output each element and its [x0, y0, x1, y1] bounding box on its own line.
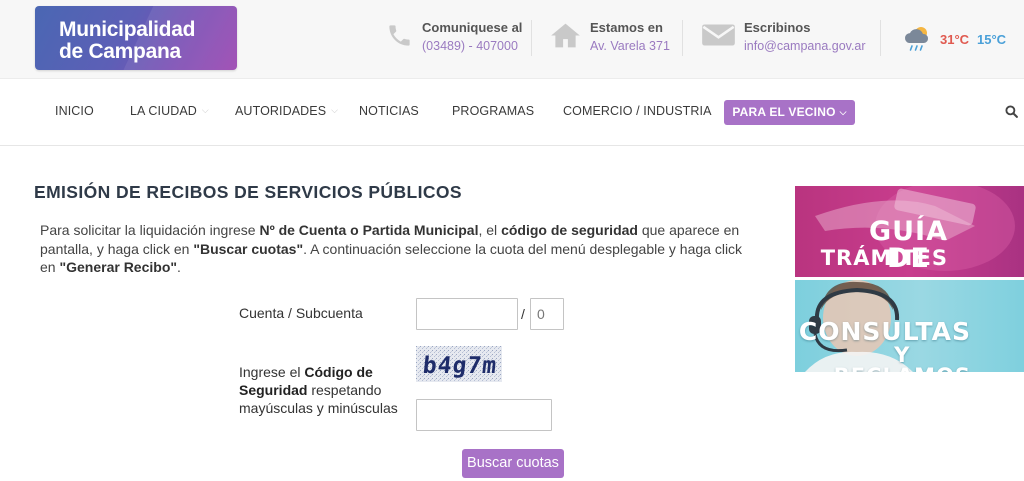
intro-text-part: . — [177, 259, 181, 275]
chevron-down-icon: ⌵ — [839, 107, 847, 117]
temperature-max: 31°C — [940, 32, 970, 47]
phone-icon — [386, 22, 413, 54]
intro-bold-part: código de seguridad — [501, 222, 638, 238]
contact-email: Escribinos info@campana.gov.ar — [701, 18, 879, 58]
banner-subtitle: TRÁMITES — [820, 246, 948, 270]
codigo-label: Ingrese el Código de Seguridad respetand… — [239, 363, 409, 417]
nav-item-noticias[interactable]: NOTICIAS — [359, 104, 419, 118]
contact-phone-value[interactable]: (03489) - 407000 — [422, 39, 518, 53]
intro-bold-part: "Buscar cuotas" — [193, 240, 304, 257]
banner-subtitle: Y RECLAMOS — [834, 343, 970, 373]
contact-email-value[interactable]: info@campana.gov.ar — [744, 39, 866, 53]
nav-item-para-el-vecino[interactable]: PARA EL VECINO ⌵ — [724, 100, 855, 125]
buscar-cuotas-button[interactable]: Buscar cuotas — [462, 449, 564, 478]
chevron-down-icon: ⌵ — [201, 105, 209, 115]
nav-item-comercio-industria[interactable]: COMERCIO / INDUSTRIA — [563, 104, 712, 118]
nav-item-label: INICIO — [55, 104, 94, 118]
intro-text-part: Para solicitar la liquidación ingrese — [40, 222, 260, 238]
intro-text-part: , el — [478, 222, 502, 238]
nav-item-label: PARA EL VECINO — [732, 105, 836, 119]
nav-item-label: PROGRAMAS — [452, 104, 535, 118]
contact-phone-title: Comuniquese al — [422, 20, 523, 35]
contact-email-title: Escribinos — [744, 20, 811, 35]
divider — [531, 20, 532, 56]
codigo-label-part: Ingrese el — [239, 364, 305, 380]
nav-item-label: NOTICIAS — [359, 104, 419, 118]
captcha-image: b4g7m — [416, 346, 502, 382]
top-bar: Municipalidad de Campana Comuniquese al … — [0, 0, 1024, 79]
logo-line-1: Municipalidad — [59, 18, 196, 41]
intro-text: Para solicitar la liquidación ingrese Nº… — [40, 221, 760, 277]
contact-address: Estamos en Av. Varela 371 — [550, 18, 682, 58]
contact-address-title: Estamos en — [590, 20, 663, 35]
divider — [682, 20, 683, 56]
cuenta-input[interactable] — [416, 298, 518, 330]
intro-bold-part: Nº de Cuenta o Partida Municipal — [259, 222, 479, 238]
cloud-rain-sun-icon — [901, 24, 935, 59]
subcuenta-input[interactable] — [530, 298, 564, 330]
home-icon — [550, 22, 581, 54]
temperature-min: 15°C — [977, 32, 1007, 47]
contact-address-value[interactable]: Av. Varela 371 — [590, 39, 670, 53]
nav-item-label: COMERCIO / INDUSTRIA — [563, 104, 712, 118]
intro-bold-part: "Generar Recibo" — [59, 259, 178, 275]
page-title: EMISIÓN DE RECIBOS DE SERVICIOS PÚBLICOS — [34, 182, 462, 202]
nav-item-inicio[interactable]: INICIO — [55, 104, 94, 118]
nav-item-label: AUTORIDADES — [235, 104, 327, 118]
mail-icon — [701, 22, 736, 53]
divider — [880, 20, 881, 56]
logo-line-2: de Campana — [59, 40, 181, 63]
cuenta-label: Cuenta / Subcuenta — [239, 305, 363, 321]
cuenta-separator: / — [521, 306, 525, 322]
chevron-down-icon: ⌵ — [331, 105, 339, 115]
contact-phone: Comuniquese al (03489) - 407000 — [386, 18, 532, 58]
weather-widget: 31°C 15°C — [901, 24, 1011, 54]
municipality-logo[interactable]: Municipalidad de Campana — [35, 6, 237, 70]
nav-item-la-ciudad[interactable]: LA CIUDAD ⌵ — [130, 104, 209, 118]
nav-item-programas[interactable]: PROGRAMAS — [452, 104, 534, 118]
search-icon[interactable] — [1005, 105, 1019, 119]
banner-consultas-y-reclamos[interactable]: CONSULTAS Y RECLAMOS — [795, 280, 1024, 372]
main-navigation: INICIO LA CIUDAD ⌵ AUTORIDADES ⌵ NOTICIAS … — [0, 80, 1024, 146]
codigo-seguridad-input[interactable] — [416, 399, 552, 431]
banner-title: CONSULTAS — [798, 317, 971, 346]
banner-guia-de-tramites[interactable]: GUÍA DE TRÁMITES — [795, 186, 1024, 277]
nav-item-label: LA CIUDAD — [130, 104, 197, 118]
captcha-text: b4g7m — [422, 353, 499, 379]
nav-item-autoridades[interactable]: AUTORIDADES ⌵ — [235, 104, 338, 118]
